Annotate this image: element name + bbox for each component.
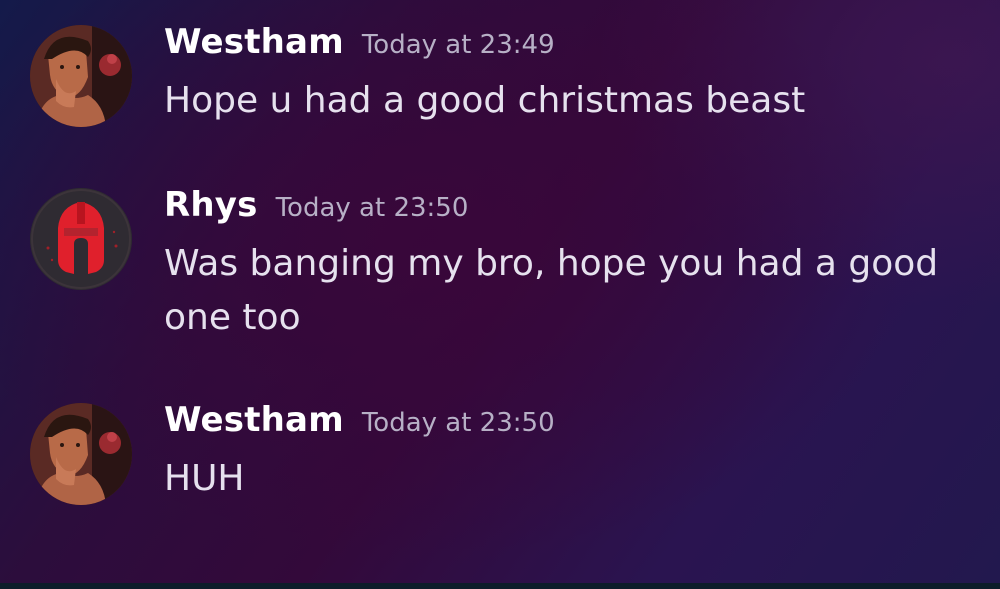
timestamp[interactable]: Today at 23:50 bbox=[362, 408, 555, 438]
message-header: Westham Today at 23:49 bbox=[164, 22, 555, 62]
message-text: Was banging my bro, hope you had a good … bbox=[164, 243, 939, 338]
message-header: Westham Today at 23:50 bbox=[164, 400, 555, 440]
rhys-avatar[interactable] bbox=[30, 188, 132, 290]
message-item: Westham Today at 23:49 Hope u had a good … bbox=[0, 22, 1000, 132]
spartan-helmet-icon bbox=[30, 188, 132, 290]
username[interactable]: Rhys bbox=[164, 185, 258, 225]
message-item: Westham Today at 23:50 HUH bbox=[0, 400, 1000, 510]
bottom-divider bbox=[0, 583, 1000, 589]
westham-avatar[interactable] bbox=[30, 25, 132, 127]
man-portrait-icon bbox=[30, 403, 132, 505]
message-text: HUH bbox=[164, 458, 245, 499]
message-item: Rhys Today at 23:50 Was banging my bro, h… bbox=[0, 185, 1000, 345]
message-header: Rhys Today at 23:50 bbox=[164, 185, 468, 225]
username[interactable]: Westham bbox=[164, 22, 344, 62]
timestamp[interactable]: Today at 23:49 bbox=[362, 30, 555, 60]
westham-avatar[interactable] bbox=[30, 403, 132, 505]
man-portrait-icon bbox=[30, 25, 132, 127]
timestamp[interactable]: Today at 23:50 bbox=[276, 193, 469, 223]
username[interactable]: Westham bbox=[164, 400, 344, 440]
message-text: Hope u had a good christmas beast bbox=[164, 80, 806, 121]
